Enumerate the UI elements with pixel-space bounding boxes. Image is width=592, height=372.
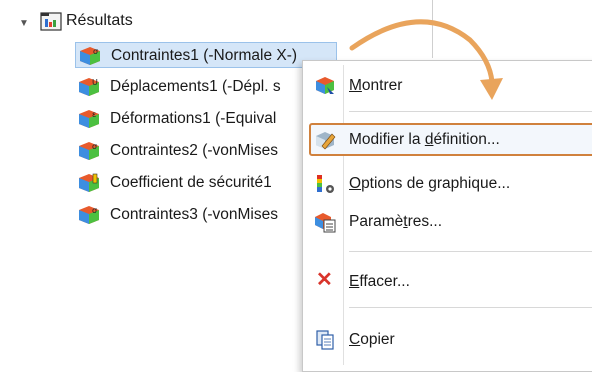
results-folder-label[interactable]: Résultats [66, 12, 133, 30]
menu-item-settings[interactable]: Paramètres... [303, 205, 592, 239]
svg-text:σ: σ [93, 47, 98, 56]
menu-item-label: Paramètres... [349, 213, 443, 230]
displacement-result-icon: U [79, 78, 99, 96]
tree-item-stress1[interactable]: σ Contraintes1 (-Normale X-) [75, 42, 337, 68]
svg-text:ε: ε [92, 110, 96, 119]
tree-item-displacement1[interactable]: U Déplacements1 (-Dépl. s [75, 74, 315, 100]
svg-text:σ: σ [92, 206, 97, 215]
menu-item-label: Copier [349, 331, 395, 348]
tree-item-label: Contraintes1 (-Normale X-) [111, 47, 298, 64]
chart-options-icon [317, 175, 334, 193]
menu-item-edit-definition[interactable]: Modifier la définition... [303, 123, 592, 157]
copy-icon [316, 330, 334, 350]
edit-definition-icon [316, 132, 336, 150]
context-menu: Montrer Modifier la définition... Option… [302, 60, 592, 372]
tree-item-label: Contraintes2 (-vonMises [110, 142, 278, 159]
menu-item-chart-options[interactable]: Options de graphique... [303, 167, 592, 201]
stress-result-icon: σ [79, 206, 99, 224]
settings-icon [315, 213, 336, 233]
results-folder-icon [40, 12, 62, 31]
menu-item-label: Options de graphique... [349, 175, 511, 192]
collapse-arrow-icon[interactable]: ▼ [19, 18, 29, 29]
svg-text:U: U [92, 78, 98, 87]
svg-text:σ: σ [92, 142, 97, 151]
stress-result-icon: σ [79, 142, 99, 160]
tree-item-stress3[interactable]: σ Contraintes3 (-vonMises [75, 202, 315, 228]
tree-item-label: Déformations1 (-Equival [110, 110, 277, 127]
tree-item-strain1[interactable]: ε Déformations1 (-Equival [75, 106, 315, 132]
tree-item-label: Déplacements1 (-Dépl. s [110, 78, 281, 95]
menu-item-copy[interactable]: Copier [303, 323, 592, 357]
column-divider [432, 0, 433, 58]
tree-item-safety-factor1[interactable]: Coefficient de sécurité1 [75, 170, 315, 196]
tree-item-label: Coefficient de sécurité1 [110, 174, 272, 191]
menu-item-label: Effacer... [349, 273, 410, 290]
safety-factor-icon [79, 173, 99, 192]
strain-result-icon: ε [79, 110, 99, 128]
menu-item-delete[interactable]: ✕ Effacer... [303, 265, 592, 299]
menu-separator [349, 251, 592, 252]
menu-separator [349, 307, 592, 308]
show-result-icon [316, 77, 334, 94]
menu-item-label: Modifier la définition... [349, 131, 500, 148]
menu-item-show[interactable]: Montrer [303, 69, 592, 103]
stress-result-icon: σ [80, 47, 100, 65]
menu-item-label: Montrer [349, 77, 403, 94]
delete-x-icon: ✕ [316, 269, 333, 291]
tree-item-stress2[interactable]: σ Contraintes2 (-vonMises [75, 138, 315, 164]
tree-item-label: Contraintes3 (-vonMises [110, 206, 278, 223]
menu-separator [349, 111, 592, 112]
